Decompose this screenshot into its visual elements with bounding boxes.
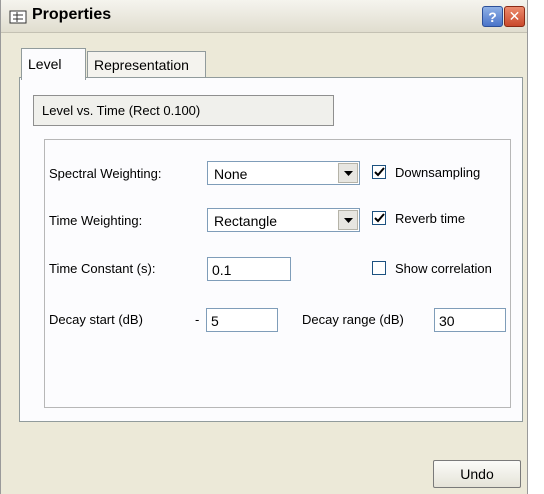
background-strip xyxy=(528,0,544,494)
window-title: Properties xyxy=(32,6,112,23)
close-icon: ✕ xyxy=(508,8,521,24)
spectral-weighting-label: Spectral Weighting: xyxy=(49,166,162,181)
chevron-down-icon[interactable] xyxy=(338,163,358,183)
tab-level[interactable]: Level xyxy=(21,48,86,80)
time-weighting-select[interactable]: Rectangle xyxy=(207,208,360,232)
help-button[interactable]: ? xyxy=(482,6,503,27)
time-weighting-label: Time Weighting: xyxy=(49,213,143,228)
tab-strip: Representation Level xyxy=(1,48,527,80)
show-correlation-checkbox[interactable] xyxy=(372,261,386,275)
help-icon: ? xyxy=(488,8,497,25)
tab-representation-label: Representation xyxy=(94,57,189,73)
time-constant-input[interactable]: 0.1 xyxy=(207,257,291,281)
reverb-time-label: Reverb time xyxy=(395,211,466,226)
properties-window: Properties ? ✕ Representation Level Leve… xyxy=(0,0,528,494)
decay-range-input[interactable]: 30 xyxy=(434,308,506,332)
downsampling-label: Downsampling xyxy=(395,165,481,180)
time-constant-label: Time Constant (s): xyxy=(49,261,156,276)
decay-start-label: Decay start (dB) xyxy=(49,312,143,327)
undo-button[interactable]: Undo xyxy=(433,460,521,488)
spectral-weighting-value: None xyxy=(214,166,248,182)
spectral-weighting-select[interactable]: None xyxy=(207,161,360,185)
tab-level-label: Level xyxy=(28,56,62,72)
decay-start-sign: - xyxy=(195,312,200,327)
decay-start-input[interactable]: 5 xyxy=(206,308,278,332)
time-weighting-value: Rectangle xyxy=(214,213,278,229)
properties-app-icon xyxy=(9,9,27,25)
level-tab-panel: Level vs. Time (Rect 0.100) Spectral Wei… xyxy=(19,77,523,422)
show-correlation-label: Show correlation xyxy=(395,261,492,276)
reverb-time-checkbox[interactable] xyxy=(372,211,386,225)
close-button[interactable]: ✕ xyxy=(504,6,525,27)
title-bar[interactable]: Properties ? ✕ xyxy=(1,0,527,33)
chevron-down-icon[interactable] xyxy=(338,210,358,230)
tab-representation[interactable]: Representation xyxy=(87,51,206,78)
decay-range-label: Decay range (dB) xyxy=(302,312,404,327)
downsampling-checkbox[interactable] xyxy=(372,165,386,179)
settings-group: Spectral Weighting: None Downsampling Ti… xyxy=(44,139,511,408)
summary-display: Level vs. Time (Rect 0.100) xyxy=(33,95,334,126)
